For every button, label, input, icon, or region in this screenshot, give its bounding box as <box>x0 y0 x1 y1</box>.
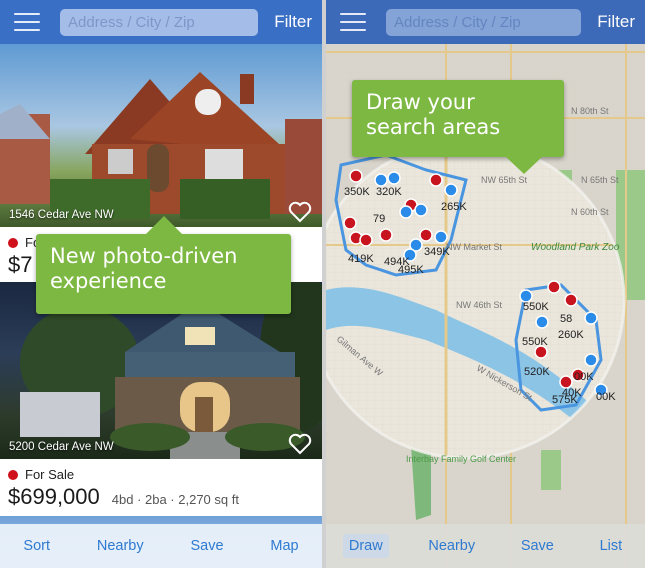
callout-line-2: search areas <box>366 115 501 140</box>
top-bar: Address / City / Zip Filter <box>326 0 645 44</box>
pin-price-label: 495K <box>398 264 424 276</box>
draw-search-callout: Draw your search areas <box>352 80 564 174</box>
search-input[interactable]: Address / City / Zip <box>386 8 581 36</box>
listing-specs: 4bd · 2ba · 2,270 sq ft <box>111 492 239 507</box>
status-dot <box>8 469 18 480</box>
for-sale-pin[interactable] <box>584 353 598 367</box>
street-label: NW 65th St <box>481 175 528 185</box>
for-sale-pin[interactable] <box>535 315 549 329</box>
tab-draw[interactable]: Draw <box>342 534 389 558</box>
listing-price: $699,000 <box>8 484 100 509</box>
pin-price-label: 79 <box>373 213 385 225</box>
house-photo-illustration <box>0 72 322 219</box>
top-bar: Address / City / Zip Filter <box>0 0 322 44</box>
street-label: NW Market St <box>446 242 503 252</box>
status-dot <box>8 237 18 248</box>
listing-photo[interactable]: 1546 Cedar Ave NW <box>0 44 322 227</box>
tab-sort[interactable]: Sort <box>17 534 56 558</box>
sold-pin[interactable] <box>564 293 578 307</box>
pin-price-label: 265K <box>441 201 467 213</box>
tab-nearby[interactable]: Nearby <box>422 534 481 558</box>
hamburger-menu-icon[interactable] <box>340 13 366 31</box>
street-label: N 65th St <box>581 175 619 185</box>
favorite-heart-icon[interactable] <box>288 433 312 455</box>
bottom-toolbar: Draw Nearby Save List <box>326 524 645 568</box>
tab-save[interactable]: Save <box>184 534 229 558</box>
for-sale-pin[interactable] <box>584 311 598 325</box>
park-label: Interbay Family Golf Center <box>406 454 516 464</box>
street-label: N 60th St <box>571 207 609 217</box>
bottom-toolbar: Sort Nearby Save Map <box>0 524 322 568</box>
pin-price-label: 00K <box>596 391 616 403</box>
listing-price: $7 <box>8 252 33 277</box>
listing-info[interactable]: For Sale $699,000 4bd · 2ba · 2,270 sq ft <box>0 459 322 516</box>
favorite-heart-icon[interactable] <box>288 201 312 223</box>
pin-price-label: 419K <box>348 253 374 265</box>
photo-experience-callout: New photo-driven experience <box>36 216 291 314</box>
pin-price-label: 58 <box>560 313 572 325</box>
tab-map[interactable]: Map <box>264 534 304 558</box>
hamburger-menu-icon[interactable] <box>14 13 40 31</box>
tab-list[interactable]: List <box>594 534 629 558</box>
sold-pin[interactable] <box>379 228 393 242</box>
pin-price-label: 320K <box>376 186 402 198</box>
pin-price-label: 349K <box>424 246 450 258</box>
callout-line-1: New photo-driven <box>50 244 238 268</box>
for-sale-pin[interactable] <box>444 183 458 197</box>
sold-pin[interactable] <box>419 228 433 242</box>
listing-address: 5200 Cedar Ave NW <box>9 441 114 453</box>
pin-price-label: 350K <box>344 186 370 198</box>
for-sale-pin[interactable] <box>399 205 413 219</box>
street-label: NW 46th St <box>456 300 503 310</box>
sold-pin[interactable] <box>349 169 363 183</box>
sold-pin[interactable] <box>429 173 443 187</box>
sold-pin[interactable] <box>359 233 373 247</box>
tab-save[interactable]: Save <box>515 534 560 558</box>
pin-price-label: 550K <box>523 301 549 313</box>
tab-nearby[interactable]: Nearby <box>91 534 150 558</box>
callout-line-1: Draw your <box>366 90 475 114</box>
pin-price-label: 550K <box>522 336 548 348</box>
search-input[interactable]: Address / City / Zip <box>60 8 258 36</box>
for-sale-pin[interactable] <box>387 171 401 185</box>
listing-status: For Sale <box>25 467 75 482</box>
map-view-screen: NW 65th St N 65th St N 60th St NW Market… <box>326 0 645 568</box>
listing-address: 1546 Cedar Ave NW <box>9 209 114 221</box>
pin-price-label: 260K <box>558 329 584 341</box>
filter-button[interactable]: Filter <box>274 12 312 32</box>
pin-price-label: 575K <box>552 394 578 406</box>
filter-button[interactable]: Filter <box>597 12 635 32</box>
for-sale-pin[interactable] <box>414 203 428 217</box>
sold-pin[interactable] <box>547 280 561 294</box>
pin-price-label: 00K <box>574 371 594 383</box>
list-view-screen: Address / City / Zip Filter 1546 Cedar A… <box>0 0 322 568</box>
park-area <box>541 450 561 490</box>
for-sale-pin[interactable] <box>374 173 388 187</box>
callout-line-2: experience <box>50 269 167 294</box>
pin-price-label: 520K <box>524 366 550 378</box>
street-label: N 80th St <box>571 106 609 116</box>
for-sale-pin[interactable] <box>434 230 448 244</box>
sold-pin[interactable] <box>343 216 357 230</box>
park-label: Woodland Park Zoo <box>531 242 620 253</box>
